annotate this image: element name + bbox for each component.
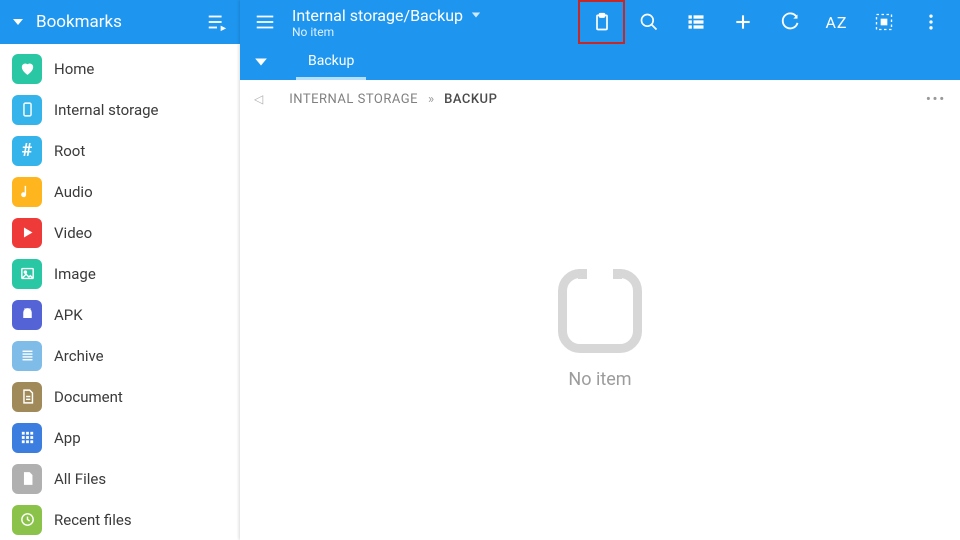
sidebar-item-label: APK [54,306,83,324]
hash-icon: # [12,136,42,166]
view-button[interactable] [672,0,719,44]
sidebar-item-apk[interactable]: APK [0,294,240,335]
sidebar-item-recent-files[interactable]: Recent files [0,499,240,540]
empty-folder-icon [558,269,642,353]
heart-icon [12,54,42,84]
breadcrumb: ◁ INTERNAL STORAGE » BACKUP ••• [240,80,960,118]
add-button[interactable] [719,0,766,44]
sidebar-item-video[interactable]: Video [0,212,240,253]
main-panel: Internal storage/Backup No item [240,0,960,540]
select-all-button[interactable] [860,0,907,44]
clock-icon [12,505,42,535]
play-icon [12,218,42,248]
sidebar-item-all-files[interactable]: All Files [0,458,240,499]
sidebar-item-image[interactable]: Image [0,253,240,294]
sidebar-item-label: Video [54,224,92,242]
path-block[interactable]: Internal storage/Backup No item [292,6,481,39]
sidebar-item-home[interactable]: Home [0,48,240,89]
sidebar-item-label: All Files [54,470,106,488]
sidebar-item-label: Home [54,60,94,78]
sidebar-header: Bookmarks [0,0,240,44]
tab-collapse-icon[interactable] [254,55,268,69]
archive-icon [12,341,42,371]
phone-icon [12,95,42,125]
topbar: Internal storage/Backup No item [240,0,960,44]
sidebar-title: Bookmarks [36,12,122,32]
tab-backup[interactable]: Backup [296,44,366,80]
sidebar-item-label: Archive [54,347,104,365]
clipboard-button[interactable] [578,0,625,44]
sidebar-item-label: Document [54,388,123,406]
breadcrumb-back-icon[interactable]: ◁ [254,92,263,106]
sort-button[interactable]: AZ [813,0,860,44]
sidebar: Bookmarks Home Internal storage # Root Audio… [0,0,240,540]
sidebar-item-label: Recent files [54,511,132,529]
tab-label: Backup [308,53,354,69]
path-subtitle: No item [292,25,481,39]
more-button[interactable] [907,0,954,44]
empty-text: No item [568,369,631,390]
document-icon [12,382,42,412]
path-dropdown-icon [471,10,481,20]
sidebar-item-label: Image [54,265,96,283]
sidebar-item-root[interactable]: # Root [0,130,240,171]
tab-row: Backup [240,44,960,80]
refresh-button[interactable] [766,0,813,44]
file-icon [12,464,42,494]
sidebar-item-archive[interactable]: Archive [0,335,240,376]
apps-icon [12,423,42,453]
breadcrumb-sep: » [428,92,434,107]
playlist-icon[interactable] [206,11,228,33]
music-icon [12,177,42,207]
sidebar-item-internal-storage[interactable]: Internal storage [0,89,240,130]
sidebar-item-label: App [54,429,81,447]
android-icon [12,300,42,330]
dropdown-icon[interactable] [12,16,24,28]
breadcrumb-more-icon[interactable]: ••• [926,92,946,107]
sidebar-item-label: Internal storage [54,101,159,119]
sidebar-item-app[interactable]: App [0,417,240,458]
content-area: No item [240,118,960,540]
search-button[interactable] [625,0,672,44]
path-title: Internal storage/Backup [292,6,463,25]
sidebar-item-label: Audio [54,183,93,201]
breadcrumb-current: BACKUP [444,92,497,107]
image-icon [12,259,42,289]
toolbar: AZ [578,0,954,44]
sidebar-item-document[interactable]: Document [0,376,240,417]
menu-icon[interactable] [254,11,276,33]
sidebar-item-audio[interactable]: Audio [0,171,240,212]
breadcrumb-root[interactable]: INTERNAL STORAGE [289,92,418,107]
sidebar-list: Home Internal storage # Root Audio Video Image… [0,44,240,540]
sidebar-item-label: Root [54,142,85,160]
